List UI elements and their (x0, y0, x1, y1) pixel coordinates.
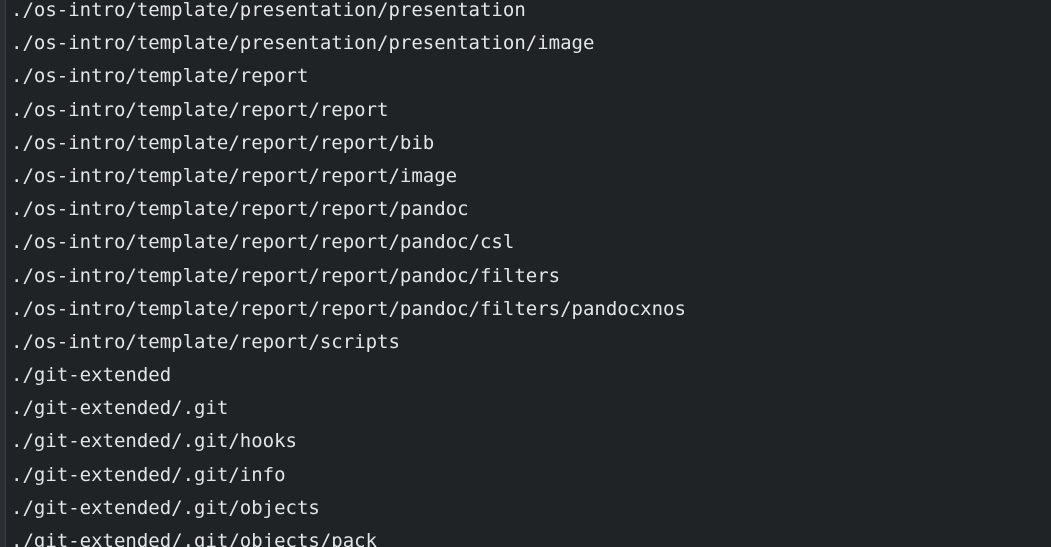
output-line: ./git-extended (11, 364, 172, 387)
output-line: ./git-extended/.git/objects (11, 496, 320, 519)
output-line: ./os-intro/template/presentation/present… (11, 32, 595, 55)
output-line: ./git-extended/.git/objects/pack (11, 530, 378, 547)
output-line: ./os-intro/template/report/report/pandoc… (11, 297, 686, 320)
output-line: ./os-intro/template/report/report/image (11, 164, 458, 187)
terminal-left-border (0, 0, 6, 547)
output-line: ./os-intro/template/report/report/pandoc… (11, 264, 561, 287)
output-line: ./os-intro/template/report/report/pandoc (11, 198, 469, 221)
output-line: ./git-extended/.git/hooks (11, 430, 297, 453)
output-line: ./os-intro/template/presentation/present… (11, 0, 526, 21)
output-line: ./git-extended/.git (11, 397, 229, 420)
terminal-output: ./os-intro/template/presentation/present… (11, 0, 686, 547)
terminal-window[interactable]: ./os-intro/template/presentation/present… (0, 0, 1051, 547)
output-line: ./os-intro/template/report/report (11, 98, 389, 121)
output-line: ./git-extended/.git/info (11, 463, 286, 486)
output-line: ./os-intro/template/report (11, 65, 309, 88)
output-line: ./os-intro/template/report/report/pandoc… (11, 231, 515, 254)
output-line: ./os-intro/template/report/scripts (11, 330, 400, 353)
output-line: ./os-intro/template/report/report/bib (11, 131, 435, 154)
